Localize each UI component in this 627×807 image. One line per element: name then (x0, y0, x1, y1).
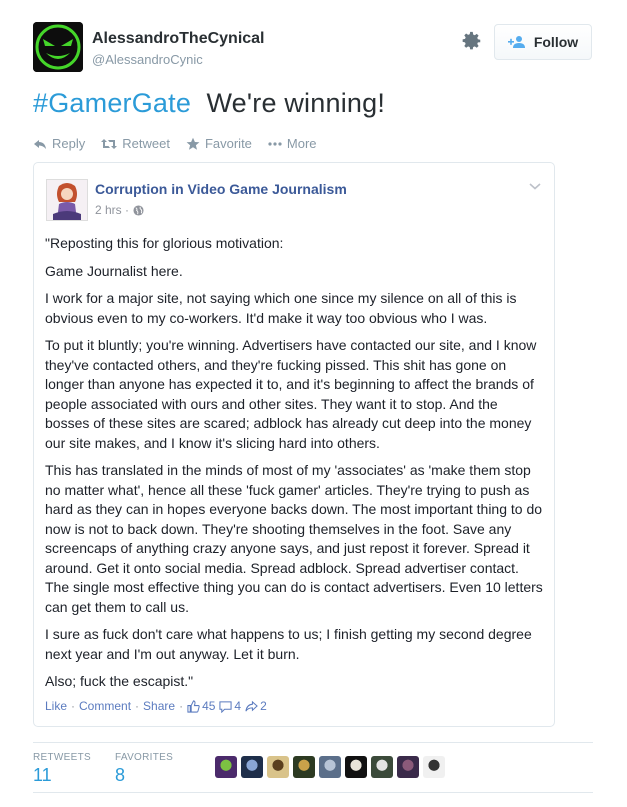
post-timestamp[interactable]: 2 hrs · (95, 203, 144, 217)
favoriters-avatars (215, 756, 445, 778)
favorites-label: FAVORITES (115, 752, 174, 763)
profile-handle[interactable]: @AlessandroCynic (92, 52, 203, 67)
more-label: More (286, 136, 317, 151)
profile-name[interactable]: AlessandroTheCynical (92, 30, 265, 48)
comment-bubble-icon (219, 700, 233, 713)
favoriter-avatar[interactable] (397, 756, 419, 778)
anime-girl-avatar-icon (47, 180, 87, 220)
favoriter-avatar[interactable] (267, 756, 289, 778)
profile-avatar[interactable] (33, 22, 83, 72)
post-paragraph: Also; fuck the escapist." (45, 673, 194, 689)
follow-button[interactable]: Follow (494, 24, 592, 60)
separator: · (135, 699, 140, 713)
reply-icon (34, 139, 46, 149)
retweet-icon (101, 138, 118, 149)
favoriter-avatar[interactable] (345, 756, 367, 778)
favoriter-avatar[interactable] (423, 756, 445, 778)
comments-count-value: 4 (234, 699, 242, 713)
reply-action[interactable]: Reply (33, 136, 85, 151)
favoriter-avatar[interactable] (371, 756, 393, 778)
alien-face-icon (33, 22, 83, 72)
favorites-stat[interactable]: FAVORITES 8 (115, 752, 173, 786)
retweet-label: Retweet (122, 136, 170, 151)
shares-count-value: 2 (260, 699, 267, 713)
retweets-value: 11 (33, 765, 52, 785)
post-paragraph: Game Journalist here. (45, 262, 183, 279)
chevron-down-icon[interactable] (528, 179, 542, 193)
post-paragraph: I sure as fuck don't care what happens t… (45, 626, 532, 662)
share-arrow-icon (245, 700, 258, 711)
globe-icon (133, 204, 144, 216)
post-paragraph: I work for a major site, not saying whic… (45, 290, 517, 326)
likes-count-value: 45 (202, 699, 216, 713)
post-body: "Reposting this for glorious motivation:… (45, 234, 545, 700)
favoriter-avatar[interactable] (215, 756, 237, 778)
stats-divider-bottom (33, 792, 593, 793)
retweets-stat[interactable]: RETWEETS 11 (33, 752, 91, 786)
post-paragraph: To put it bluntly; you're winning. Adver… (45, 337, 537, 451)
favorite-label: Favorite (204, 136, 252, 151)
add-user-icon (507, 36, 525, 48)
tweet-body: We're winning! (206, 88, 386, 118)
comment-link[interactable]: Comment (79, 699, 131, 713)
post-time-label: 2 hrs · (95, 203, 130, 217)
shares-count[interactable]: 2 (245, 699, 267, 713)
more-dots-icon (268, 141, 282, 146)
share-link[interactable]: Share (143, 699, 175, 713)
tweet-text: #GamerGate We're winning! (33, 88, 385, 119)
embedded-post-card: Corruption in Video Game Journalism 2 hr… (33, 162, 555, 727)
tweet-actions: Reply Retweet Favorite More (33, 136, 317, 151)
reply-label: Reply (52, 136, 86, 151)
favoriter-avatar[interactable] (319, 756, 341, 778)
retweets-label: RETWEETS (33, 752, 91, 763)
favorite-action[interactable]: Favorite (186, 136, 252, 151)
post-actions: Like · Comment · Share · 45 4 2 (45, 699, 267, 713)
thumbs-up-icon (187, 699, 200, 713)
more-action[interactable]: More (268, 136, 317, 151)
stats-divider-top (33, 742, 593, 743)
hashtag-link[interactable]: #GamerGate (33, 88, 191, 118)
star-icon (186, 137, 200, 150)
separator: · (179, 699, 184, 713)
favorites-value: 8 (115, 765, 126, 785)
comments-count[interactable]: 4 (219, 699, 241, 713)
gear-icon[interactable] (461, 30, 483, 52)
post-paragraph: This has translated in the minds of most… (45, 462, 543, 615)
likes-count[interactable]: 45 (187, 699, 215, 713)
follow-label: Follow (533, 34, 579, 50)
retweet-action[interactable]: Retweet (101, 136, 170, 151)
favoriter-avatar[interactable] (241, 756, 263, 778)
favoriter-avatar[interactable] (293, 756, 315, 778)
separator: · (71, 699, 76, 713)
post-paragraph: "Reposting this for glorious motivation: (45, 235, 284, 251)
page-name-link[interactable]: Corruption in Video Game Journalism (95, 181, 347, 197)
like-link[interactable]: Like (45, 699, 67, 713)
page-avatar[interactable] (46, 179, 88, 221)
